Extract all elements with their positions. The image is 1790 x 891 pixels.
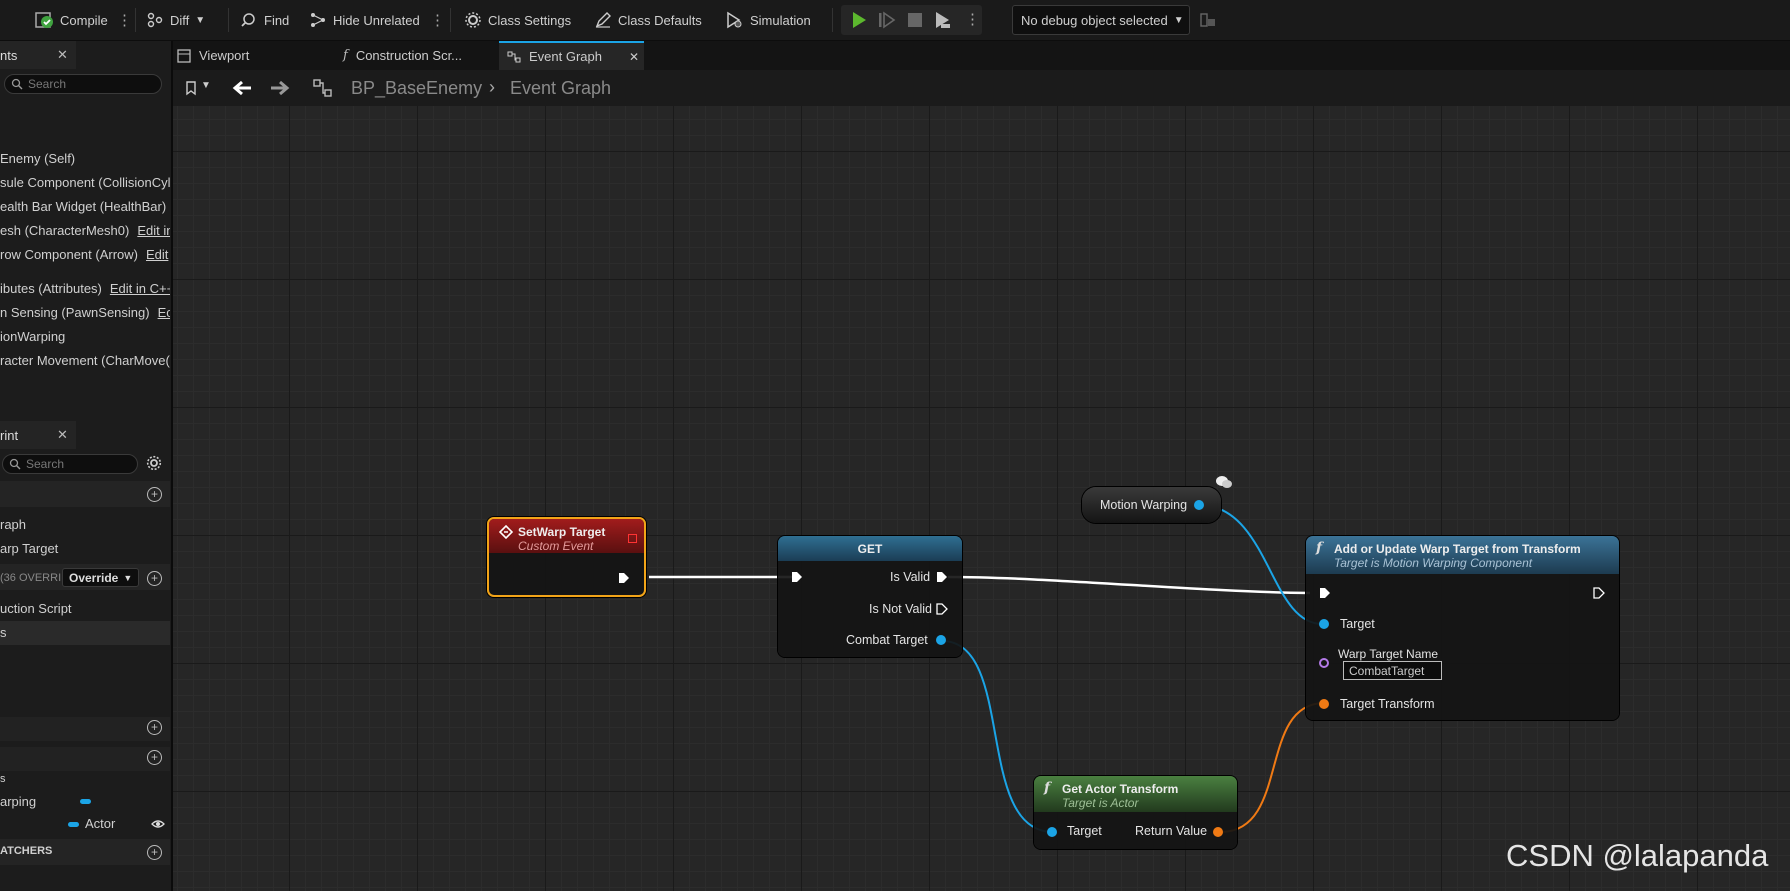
transform-wire	[1221, 702, 1324, 833]
combat-target-label: Combat Target	[846, 633, 928, 647]
wires-layer	[649, 504, 1324, 833]
combat-target-pin[interactable]	[936, 635, 946, 645]
add-update-subtitle: Target is Motion Warping Component	[1334, 556, 1533, 570]
event-diamond-icon	[499, 525, 513, 539]
warp-target-name-label: Warp Target Name	[1338, 647, 1439, 661]
is-valid-label: Is Valid	[890, 570, 931, 584]
get-actor-transform-title: Get Actor Transform	[1062, 782, 1179, 796]
is-not-valid-label: Is Not Valid	[869, 602, 932, 616]
function-icon: f	[1044, 780, 1051, 796]
function-icon: f	[1316, 540, 1323, 556]
actor-target-pin[interactable]	[1047, 827, 1057, 837]
event-node-header: SetWarp Target Custom Event	[489, 519, 644, 553]
target-transform-label: Target Transform	[1340, 697, 1435, 711]
watermark-text: CSDN @lalapanda	[1506, 838, 1769, 873]
exec-out-pin[interactable]	[618, 572, 630, 584]
return-value-label: Return Value	[1135, 824, 1208, 838]
comment-bubble-icon[interactable]	[1214, 474, 1234, 492]
motion-warping-label: Motion Warping	[1100, 498, 1188, 512]
exec-out-pin[interactable]	[1593, 587, 1605, 599]
actor-target-label: Target	[1067, 824, 1102, 838]
add-update-warp-target-node[interactable]: f Add or Update Warp Target from Transfo…	[1306, 536, 1619, 720]
motion-warping-out-pin[interactable]	[1194, 500, 1204, 510]
object-wire-motion-warping	[1202, 504, 1324, 626]
is-not-valid-exec-pin[interactable]	[936, 603, 948, 615]
motion-warping-getter-node[interactable]: Motion Warping	[1082, 487, 1221, 523]
is-valid-exec-pin[interactable]	[936, 571, 948, 583]
get-actor-transform-header: f Get Actor Transform Target is Actor	[1034, 776, 1237, 812]
event-node-subtitle: Custom Event	[518, 539, 594, 553]
get-actor-transform-subtitle: Target is Actor	[1062, 796, 1139, 810]
target-pin[interactable]	[1319, 619, 1329, 629]
add-update-title: Add or Update Warp Target from Transform	[1334, 542, 1581, 556]
target-label: Target	[1340, 617, 1375, 631]
warp-target-name-input[interactable]: CombatTarget	[1343, 661, 1442, 680]
get-node-title: GET	[778, 536, 962, 561]
exec-in-pin[interactable]	[791, 571, 803, 583]
validated-get-node[interactable]: GET Is Valid Is Not Valid Combat Target	[778, 536, 962, 657]
delegate-pin[interactable]	[628, 534, 637, 543]
setwarp-target-event-node[interactable]: SetWarp Target Custom Event	[487, 517, 646, 597]
add-update-node-header: f Add or Update Warp Target from Transfo…	[1306, 536, 1619, 574]
warp-target-name-pin[interactable]	[1319, 658, 1329, 668]
exec-wire-get-to-add	[947, 575, 1311, 595]
target-transform-pin[interactable]	[1319, 699, 1329, 709]
get-actor-transform-node[interactable]: f Get Actor Transform Target is Actor Ta…	[1034, 776, 1237, 849]
event-node-title: SetWarp Target	[518, 525, 606, 539]
exec-in-pin[interactable]	[1319, 587, 1331, 599]
return-value-pin[interactable]	[1213, 827, 1223, 837]
